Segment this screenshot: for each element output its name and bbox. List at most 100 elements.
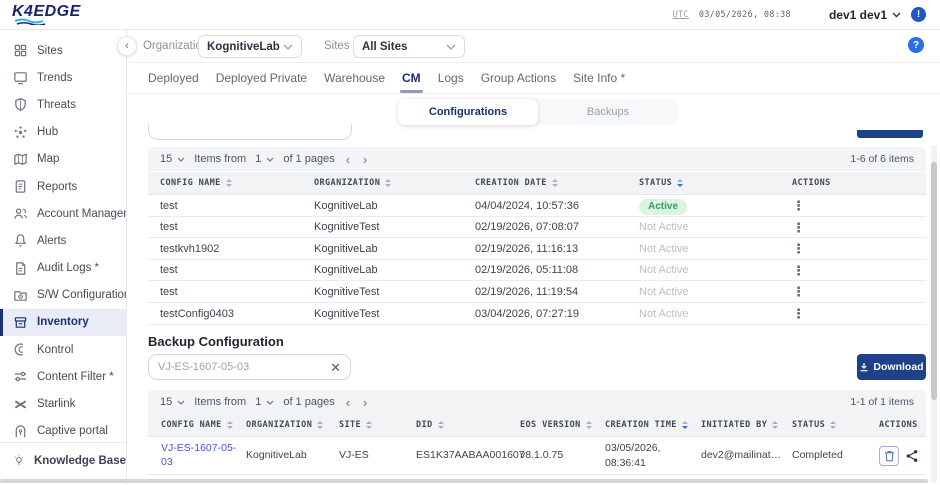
initiated-by-cell: dev2@mailinator... [701, 448, 792, 462]
table-row[interactable]: test KognitiveTest 02/19/2026, 11:19:54 … [148, 281, 926, 303]
prev-page-button[interactable]: ‹ [344, 153, 352, 166]
sidebar-item-inventory[interactable]: Inventory [0, 309, 126, 336]
page-size-select[interactable]: 15 [160, 153, 185, 165]
subtab-backups[interactable]: Backups [538, 99, 678, 125]
sidebar-item-knowledge-base[interactable]: Knowledge Base [0, 442, 126, 478]
tabs-row: Deployed Deployed Private Warehouse CM L… [127, 63, 940, 94]
next-page-button[interactable]: › [361, 396, 369, 409]
sidebar-item-label: Knowledge Base [34, 455, 126, 467]
utc-label[interactable]: UTC [673, 10, 689, 20]
sidebar-item-trends[interactable]: Trends [0, 64, 126, 91]
table-row[interactable]: testkvh1902 KognitiveLab 02/19/2026, 11:… [148, 238, 926, 260]
sidebar-item-content-filter[interactable]: Content Filter * [0, 363, 126, 390]
sidebar-collapse-button[interactable]: ‹ [117, 36, 137, 56]
items-from-label: Items from [194, 396, 246, 408]
tab-deployed[interactable]: Deployed [148, 63, 199, 93]
sidebar-item-account-management[interactable]: Account Management [0, 200, 126, 227]
sidebar-item-label: Account Management [37, 208, 126, 220]
download-button[interactable]: Download [857, 354, 926, 380]
row-actions-menu-icon[interactable]: ⋮ [792, 199, 926, 212]
kontrol-icon [13, 342, 28, 357]
sidebar-item-kontrol[interactable]: Kontrol [0, 336, 126, 363]
sort-icon-active[interactable] [682, 421, 688, 429]
tab-warehouse[interactable]: Warehouse [324, 63, 385, 93]
page-size-select[interactable]: 15 [160, 396, 185, 408]
table-row[interactable]: test KognitiveTest 02/19/2026, 07:08:07 … [148, 217, 926, 238]
backup-search-input[interactable] [158, 361, 330, 373]
horizontal-scrollbar[interactable] [0, 479, 928, 483]
backup-config-link[interactable]: VJ-ES-1607-05-03 [161, 442, 246, 469]
app-logo[interactable]: K4EDGE [12, 4, 81, 25]
sidebar-item-sw-configuration[interactable]: S/W Configuration [0, 282, 126, 309]
sort-icon[interactable] [438, 421, 444, 429]
subtab-configurations[interactable]: Configurations [398, 99, 538, 125]
tab-site-info[interactable]: Site Info * [573, 63, 625, 93]
sidebar-item-sites[interactable]: Sites [0, 37, 126, 64]
sort-icon[interactable] [366, 421, 372, 429]
table-row[interactable]: VJ-ES-1607-05-03 KognitiveLab VJ-ES ES1K… [148, 437, 926, 475]
column-header: STATUS [639, 178, 792, 188]
sort-icon[interactable] [226, 179, 232, 187]
table-row[interactable]: test KognitiveLab 02/19/2026, 05:11:08 N… [148, 260, 926, 281]
page-size-value: 15 [160, 396, 172, 408]
grid-icon [13, 43, 28, 58]
page-select[interactable]: 1 [255, 396, 274, 408]
portal-icon [13, 424, 28, 439]
sort-icon[interactable] [552, 179, 558, 187]
sort-icon[interactable] [586, 421, 592, 429]
eos-version-cell: v8.1.0.75 [520, 448, 605, 462]
table-row[interactable]: test KognitiveLab 04/04/2024, 10:57:36 A… [148, 195, 926, 217]
delete-backup-button[interactable] [879, 446, 899, 466]
status-badge: Active [639, 199, 687, 215]
row-actions-menu-icon[interactable]: ⋮ [792, 264, 926, 277]
sort-icon-active[interactable] [677, 179, 683, 187]
prev-page-button[interactable]: ‹ [344, 396, 352, 409]
creation-date-cell: 02/19/2026, 11:19:54 [475, 286, 639, 298]
organization-select[interactable]: KognitiveLab [198, 35, 302, 58]
sidebar-item-starlink[interactable]: Starlink [0, 390, 126, 417]
user-badge-icon[interactable]: ! [911, 7, 926, 22]
row-actions-menu-icon[interactable]: ⋮ [792, 221, 926, 234]
page-select[interactable]: 1 [255, 153, 274, 165]
tab-deployed-private[interactable]: Deployed Private [216, 63, 307, 93]
sidebar-item-hub[interactable]: Hub [0, 119, 126, 146]
status-cell: Not Active [639, 264, 792, 276]
pagination-bar: 15 Items from 1 of 1 pages ‹ › 1-6 of 6 … [148, 147, 926, 171]
items-from-label: Items from [194, 153, 246, 165]
sidebar-item-label: Hub [37, 126, 58, 138]
sidebar-item-threats[interactable]: Threats [0, 91, 126, 118]
vertical-scrollbar-thumb[interactable] [931, 162, 937, 400]
sort-icon[interactable] [830, 421, 836, 429]
clear-search-icon[interactable]: ✕ [330, 361, 341, 374]
sidebar-item-audit-logs[interactable]: Audit Logs * [0, 255, 126, 282]
user-menu[interactable]: dev1 dev1 [829, 8, 901, 22]
sidebar-item-alerts[interactable]: Alerts [0, 227, 126, 254]
tab-group-actions[interactable]: Group Actions [481, 63, 556, 93]
organization-value: KognitiveLab [207, 41, 280, 53]
primary-action-button[interactable] [857, 130, 923, 138]
sort-icon[interactable] [385, 179, 391, 187]
sort-icon[interactable] [772, 421, 778, 429]
hub-icon [13, 125, 28, 140]
items-range-label: 1-1 of 1 items [850, 396, 914, 408]
sidebar-item-captive-portal[interactable]: Captive portal [0, 418, 126, 443]
sort-icon[interactable] [227, 421, 233, 429]
tab-cm[interactable]: CM [402, 63, 421, 93]
sidebar-item-map[interactable]: Map [0, 146, 126, 173]
datetime-label: 03/05/2026, 08:38 [699, 10, 791, 20]
chevron-down-icon [177, 157, 185, 162]
sites-select[interactable]: All Sites [353, 35, 465, 58]
next-page-button[interactable]: › [361, 153, 369, 166]
sidebar-list: Sites Trends Threats Hub Map Reports [0, 30, 126, 443]
sort-icon[interactable] [317, 421, 323, 429]
sidebar-item-reports[interactable]: Reports [0, 173, 126, 200]
row-actions-menu-icon[interactable]: ⋮ [792, 242, 926, 255]
share-icon[interactable] [905, 449, 919, 463]
row-actions-menu-icon[interactable]: ⋮ [792, 307, 926, 320]
config-search-input[interactable] [148, 125, 352, 140]
sidebar-item-label: Starlink [37, 398, 75, 410]
table-row[interactable]: testConfig0403 KognitiveTest 03/04/2026,… [148, 303, 926, 325]
help-icon[interactable]: ? [908, 37, 924, 53]
row-actions-menu-icon[interactable]: ⋮ [792, 285, 926, 298]
tab-logs[interactable]: Logs [438, 63, 464, 93]
